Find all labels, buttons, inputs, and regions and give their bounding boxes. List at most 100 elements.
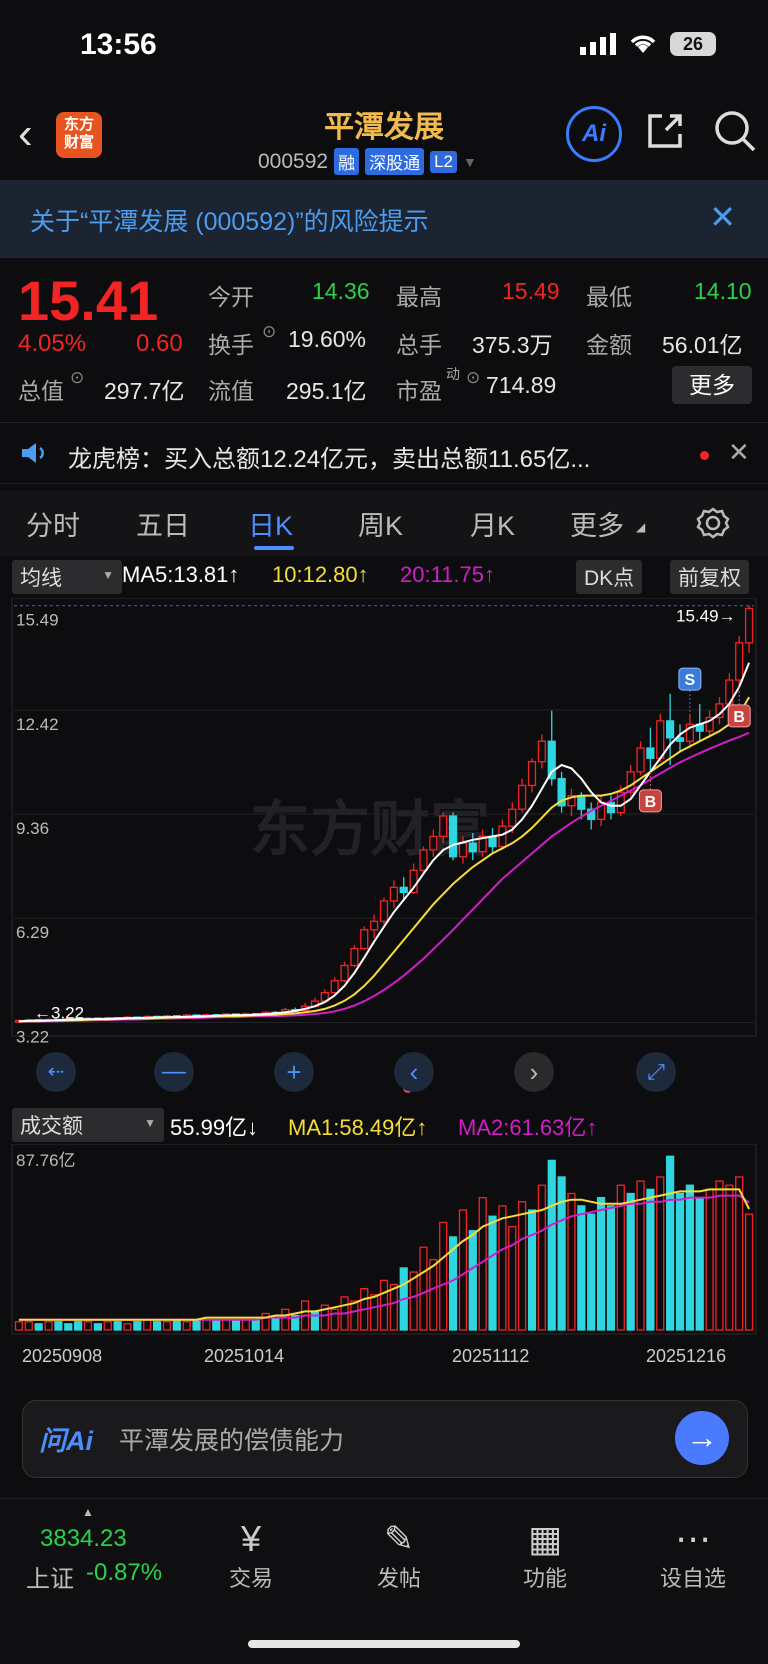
volume-chart[interactable]: 87.76亿 20250908 20251014 20251112 20251216 [0, 1144, 768, 1390]
candle-body [389, 886, 398, 902]
volume-value: 375.3万 [472, 332, 553, 358]
volume-max-label: 87.76亿 [16, 1151, 76, 1170]
volume-bar [537, 1184, 546, 1331]
stock-code-row[interactable]: 000592 融 深股通 L2 ▼ [258, 148, 477, 175]
volume-bar [83, 1321, 93, 1331]
nav-watchlist[interactable]: ⋯ 设自选 [648, 1517, 738, 1593]
indicator-select[interactable]: 均线 ▼ [12, 560, 122, 594]
share-icon[interactable] [644, 110, 686, 152]
info-icon[interactable]: ⊙ [70, 368, 84, 388]
open-value: 14.36 [312, 278, 370, 304]
dk-point-button[interactable]: DK点 [576, 560, 643, 594]
scroll-right-icon[interactable]: › [514, 1052, 554, 1092]
tab-daily-k[interactable]: 日K [248, 504, 293, 543]
index-value[interactable]: 3834.23 [40, 1525, 127, 1553]
low-value: 14.10 [694, 278, 752, 304]
plus-icon[interactable]: + [274, 1052, 314, 1092]
candle-body [577, 794, 586, 810]
minus-icon[interactable]: — [154, 1052, 194, 1092]
volume-bar [666, 1155, 675, 1331]
send-icon[interactable]: → [675, 1411, 729, 1465]
expand-icon[interactable]: ⤢ [636, 1052, 676, 1092]
ai-button[interactable]: Ai [566, 106, 622, 162]
signal-label: B [645, 794, 657, 811]
volume-bar [54, 1321, 63, 1331]
close-icon[interactable]: ✕ [709, 198, 736, 236]
index-name[interactable]: 上证 [26, 1559, 74, 1594]
candle-body [419, 849, 428, 871]
volume-ma1: MA1:58.49亿↑ [288, 1115, 428, 1140]
low-price-marker: ←3.22 [34, 1004, 84, 1023]
volume-indicator-select[interactable]: 成交额 ▼ [12, 1108, 164, 1142]
edit-icon: ✎ [383, 1518, 415, 1559]
volume-bar [735, 1176, 744, 1331]
nav-trade[interactable]: ¥ 交易 [206, 1517, 296, 1593]
volume-bar [744, 1213, 754, 1331]
volume-label: 总手 [396, 332, 442, 358]
y-tick-label: 9.36 [16, 819, 49, 838]
volume-bar [646, 1188, 655, 1331]
level2-tag: L2 [430, 150, 457, 173]
caret-down-icon: ▼ [144, 1116, 156, 1130]
x-tick-label: 20251014 [204, 1346, 284, 1366]
candle-body [399, 886, 408, 894]
volume-bar [705, 1188, 714, 1331]
index-change[interactable]: -0.87% [86, 1559, 162, 1587]
amount-value: 56.01亿 [662, 332, 743, 358]
candle-body [646, 747, 655, 759]
nav-post[interactable]: ✎ 发帖 [354, 1517, 444, 1593]
margin-tag: 融 [334, 148, 360, 175]
y-tick-label: 12.42 [16, 715, 59, 734]
tab-more[interactable]: 更多 [570, 504, 624, 543]
zoom-out-icon[interactable]: ⇠ [36, 1052, 76, 1092]
y-tick-label: 3.22 [16, 1028, 49, 1047]
volume-bar [656, 1176, 665, 1331]
status-time: 13:56 [80, 28, 157, 61]
high-label: 最高 [396, 284, 442, 310]
x-tick-label: 20251216 [646, 1346, 726, 1366]
tab-monthly-k[interactable]: 月K [470, 504, 515, 543]
candle-body [350, 947, 359, 967]
float-value: 295.1亿 [286, 378, 367, 404]
scroll-left-icon[interactable]: ‹ [394, 1052, 434, 1092]
tab-weekly-k[interactable]: 周K [358, 504, 403, 543]
signal-label: B [733, 709, 745, 726]
volume-current: 55.99亿↓ [170, 1115, 259, 1140]
candle-body [744, 607, 754, 644]
yen-exchange-icon: ¥ [240, 1518, 262, 1559]
volume-indicator-row: 成交额 ▼ 55.99亿↓ MA1:58.49亿↑ MA2:61.63亿↑ [0, 1108, 768, 1144]
info-icon[interactable]: ⊙ [466, 368, 480, 388]
change-pct: 4.05% [18, 330, 87, 357]
tab-five-day[interactable]: 五日 [136, 504, 190, 543]
info-icon[interactable]: ⊙ [262, 322, 276, 342]
nav-trade-label: 交易 [228, 1566, 273, 1591]
volume-bar [695, 1196, 704, 1331]
ask-ai-bar[interactable]: 问Ai 平潭发展的偿债能力 → [22, 1400, 748, 1478]
high-price-marker: 15.49→ [676, 607, 736, 626]
ma20-line [18, 731, 750, 1023]
grid-icon: ▦ [527, 1518, 562, 1559]
price-chart[interactable]: 15.4912.429.366.293.22东方财富15.49→←3.22SBB [0, 598, 768, 1108]
volume-bar [547, 1159, 556, 1331]
adjust-button[interactable]: 前复权 [670, 560, 749, 594]
volume-bar [330, 1308, 339, 1331]
candle-body [340, 964, 349, 982]
gear-icon[interactable] [696, 506, 730, 540]
risk-banner[interactable]: 关于“平潭发展 (000592)”的风险提示 ✕ [0, 180, 768, 258]
volume-bar [152, 1321, 162, 1331]
ask-input[interactable]: 平潭发展的偿债能力 [119, 1421, 344, 1457]
search-icon[interactable] [712, 108, 758, 154]
caret-down-icon: ▼ [463, 153, 477, 170]
volume-bar [458, 1209, 468, 1331]
volume-bar [44, 1321, 53, 1331]
more-button[interactable]: 更多 [672, 366, 752, 404]
dragon-tiger-banner[interactable]: 龙虎榜：买入总额12.24亿元，卖出总额11.65亿... ✕ [0, 422, 768, 484]
volume-bar [74, 1321, 83, 1331]
close-icon[interactable]: ✕ [728, 437, 750, 468]
candle-body [488, 835, 497, 848]
volume-ma2: MA2:61.63亿↑ [458, 1115, 598, 1140]
turnover-value: 19.60% [288, 326, 367, 352]
tab-intraday[interactable]: 分时 [26, 504, 80, 543]
nav-functions[interactable]: ▦ 功能 [500, 1517, 590, 1593]
connect-tag: 深股通 [365, 148, 425, 175]
